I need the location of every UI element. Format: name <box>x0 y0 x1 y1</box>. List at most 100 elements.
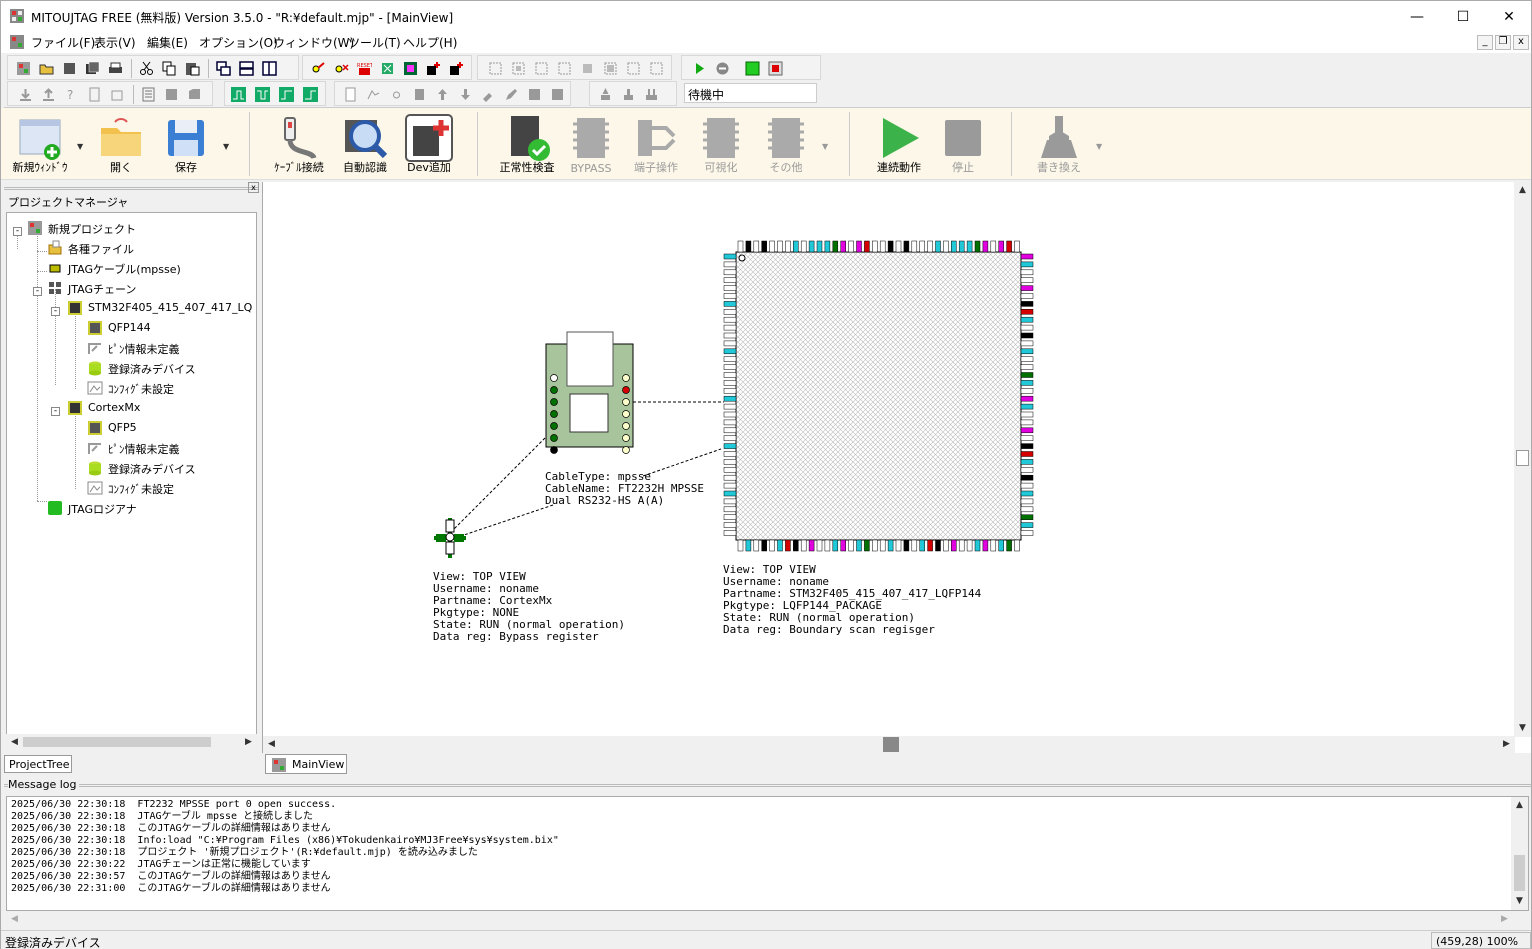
chip-pin[interactable] <box>927 240 933 253</box>
chip-pin[interactable] <box>723 506 737 513</box>
chip-pin[interactable] <box>840 240 846 253</box>
chip-pin[interactable] <box>864 240 870 253</box>
cortexmx-chip[interactable] <box>434 518 466 558</box>
chip-pin[interactable] <box>1020 411 1034 418</box>
block5-icon[interactable] <box>550 87 565 102</box>
chip-pin[interactable] <box>848 539 854 552</box>
message-log-list[interactable]: 2025/06/30 22:30:18 FT2232 MPSSE port 0 … <box>6 796 1529 911</box>
new-window-button[interactable]: 新規ｳｨﾝﾄﾞｳ <box>5 112 75 178</box>
chip-pin[interactable] <box>903 539 910 552</box>
dev-add-button[interactable]: Dev追加 <box>399 112 459 178</box>
main-view-canvas[interactable]: CableType: mpsse CableName: FT2232H MPSSE… <box>262 182 1531 753</box>
chip-pin[interactable] <box>856 240 862 253</box>
layout-6-icon[interactable] <box>603 61 618 76</box>
tab-mainview[interactable]: MainView <box>265 754 347 774</box>
chip-pin[interactable] <box>737 539 744 552</box>
chip-pin[interactable] <box>816 240 823 253</box>
chip-pin[interactable] <box>723 380 737 386</box>
chip-pin[interactable] <box>943 539 949 552</box>
chip-pin[interactable] <box>723 372 737 378</box>
cable-connect-button[interactable]: ｹｰﾌﾞﾙ接続 <box>267 112 331 178</box>
chip-pin[interactable] <box>816 539 823 552</box>
save-dropdown-icon[interactable]: ▼ <box>223 142 229 151</box>
other-button[interactable]: その他 <box>756 112 816 178</box>
chip-pin[interactable] <box>800 240 807 253</box>
chip-pin[interactable] <box>990 240 997 253</box>
chip-pin[interactable] <box>723 253 737 260</box>
arrow-up-icon[interactable] <box>435 87 450 102</box>
tree-horizontal-scrollbar[interactable]: ◀ ▶ <box>6 734 257 750</box>
layout-3-icon[interactable] <box>534 61 549 76</box>
chip-pin[interactable] <box>911 240 918 253</box>
export-icon[interactable] <box>110 87 125 102</box>
chip-pin[interactable] <box>1020 316 1034 323</box>
chip-pin[interactable] <box>1020 530 1034 536</box>
chip-pin[interactable] <box>1020 364 1034 370</box>
chip-scan-icon[interactable] <box>380 61 395 76</box>
scroll-left-icon[interactable]: ◀ <box>6 911 23 928</box>
chip-pin[interactable] <box>723 498 737 505</box>
upload-icon[interactable] <box>41 87 56 102</box>
light-icon[interactable] <box>389 87 404 102</box>
continuous-run-button[interactable]: 連続動作 <box>867 112 931 178</box>
chip-pin[interactable] <box>966 240 973 253</box>
menu-edit[interactable]: 編集(E) <box>147 34 188 51</box>
chip-pin[interactable] <box>935 539 941 552</box>
chip-pin[interactable] <box>951 240 957 253</box>
chip-pin[interactable] <box>935 240 941 253</box>
open-folder-icon[interactable] <box>39 61 54 76</box>
query-icon[interactable]: ? <box>64 87 79 102</box>
device-doc-icon[interactable] <box>87 87 102 102</box>
chip-pin[interactable] <box>958 539 965 552</box>
chip-pin[interactable] <box>951 539 957 552</box>
scroll-thumb[interactable] <box>23 737 211 747</box>
chip-pin[interactable] <box>1020 356 1034 362</box>
chip-pin[interactable] <box>911 539 918 552</box>
chip-pin[interactable] <box>1020 293 1034 299</box>
chip-pin[interactable] <box>1020 261 1034 268</box>
pen-icon[interactable] <box>504 87 519 102</box>
tree-collapse-device1[interactable]: - <box>51 307 60 316</box>
chip-pin[interactable] <box>800 539 807 552</box>
mdi-minimize-button[interactable]: _ <box>1477 35 1493 50</box>
normality-check-button[interactable]: 正常性検査 <box>495 112 559 178</box>
print-icon[interactable] <box>108 61 123 76</box>
chip-pin[interactable] <box>723 364 737 370</box>
menu-view[interactable]: 表示(V) <box>94 34 136 51</box>
chip-pin[interactable] <box>1020 380 1034 386</box>
chip-pin[interactable] <box>1020 451 1034 457</box>
chip-pin[interactable] <box>808 240 815 253</box>
write-icon[interactable] <box>598 87 613 102</box>
tile-vertical-icon[interactable] <box>262 61 277 76</box>
scroll-right-icon[interactable]: ▶ <box>1498 736 1515 753</box>
cut-icon[interactable] <box>139 61 154 76</box>
menu-window[interactable]: ウィンドウ(W) <box>273 34 354 51</box>
chip-pin[interactable] <box>1020 269 1034 276</box>
chip-pin[interactable] <box>723 285 737 291</box>
chip-pin[interactable] <box>723 332 737 339</box>
menu-help[interactable]: ヘルプ(H) <box>403 34 457 51</box>
paste-icon[interactable] <box>185 61 200 76</box>
visualize-button[interactable]: 可視化 <box>691 112 751 178</box>
chip-pin[interactable] <box>737 240 744 253</box>
chip-pin[interactable] <box>856 539 862 552</box>
chip-pin[interactable] <box>1020 522 1034 528</box>
chip-pin[interactable] <box>785 539 791 552</box>
chip-pin[interactable] <box>832 240 839 253</box>
chip-pin[interactable] <box>990 539 997 552</box>
chip-pin[interactable] <box>895 539 902 552</box>
minimize-button[interactable]: — <box>1394 1 1440 32</box>
download-icon[interactable] <box>18 87 33 102</box>
chip-pin[interactable] <box>1020 395 1034 402</box>
cascade-icon[interactable] <box>216 61 231 76</box>
chip-pin[interactable] <box>753 539 760 552</box>
scroll-thumb[interactable] <box>883 737 899 752</box>
chip-pin[interactable] <box>840 539 846 552</box>
chip-pin[interactable] <box>982 240 989 253</box>
chip-pin[interactable] <box>808 539 815 552</box>
tree-collapse-root[interactable]: - <box>13 227 22 236</box>
chip-pin[interactable] <box>723 261 737 268</box>
chip-pin[interactable] <box>998 240 1004 253</box>
scroll-left-icon[interactable]: ◀ <box>263 736 280 753</box>
chip-pin[interactable] <box>974 539 981 552</box>
